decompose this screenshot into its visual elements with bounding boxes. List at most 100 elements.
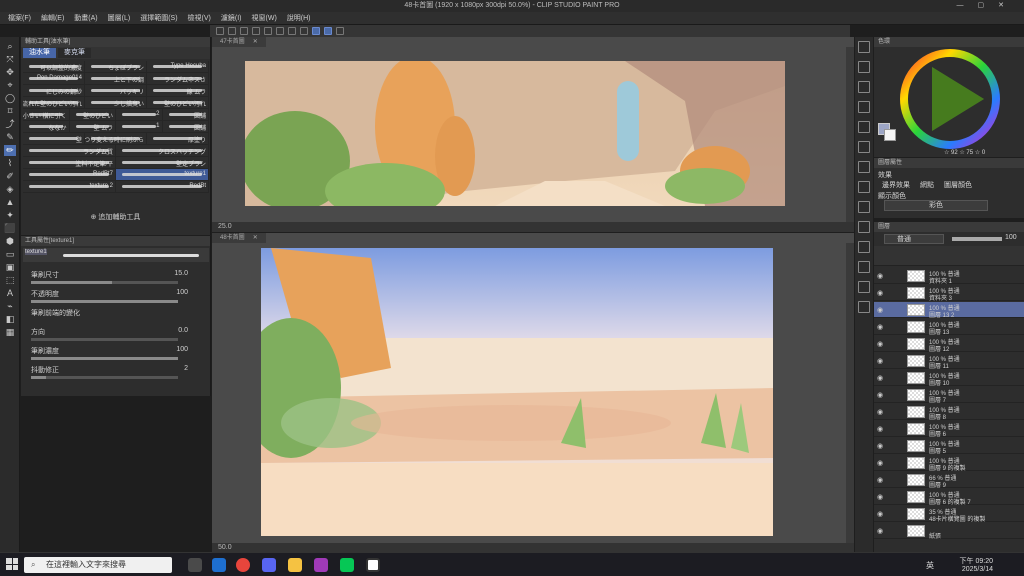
color-wheel[interactable]: [900, 49, 1000, 149]
brush-item[interactable]: 線 ムラ: [147, 85, 209, 96]
brush-item[interactable]: 厚塗り: [147, 133, 209, 144]
taskbar-search[interactable]: ⌕ 在這裡輸入文字來搜尋: [24, 557, 172, 573]
prop-slider[interactable]: [31, 300, 178, 303]
eye-icon[interactable]: ◉: [877, 408, 883, 416]
canvas-top-scrollbar[interactable]: [846, 47, 854, 222]
prop-row[interactable]: 方向 0.0: [29, 327, 202, 345]
opacity-value[interactable]: 100: [1005, 234, 1017, 241]
layer-name[interactable]: 圖層 13 2: [929, 310, 954, 319]
save-icon[interactable]: [240, 27, 248, 35]
tool-icon-11[interactable]: ◈: [4, 184, 16, 195]
tone-option[interactable]: 網點: [920, 180, 934, 190]
tool-icon-6[interactable]: ⤴: [4, 119, 16, 130]
layer-row[interactable]: ◉ 100 % 普通 圖層 8: [874, 404, 1024, 421]
layer-row[interactable]: ◉ 100 % 普通 圖層 12: [874, 336, 1024, 353]
layer-name[interactable]: 圖層 11: [929, 361, 949, 370]
panel-toggle-icon[interactable]: [858, 101, 870, 113]
menu-item-1[interactable]: 編輯(E): [41, 13, 64, 23]
chrome-icon[interactable]: [236, 558, 250, 572]
tool-icon-5[interactable]: ⌑: [4, 106, 16, 117]
open-icon[interactable]: [228, 27, 236, 35]
brush-item[interactable]: にじみの鋼紗: [23, 85, 85, 96]
prop-row[interactable]: 不透明度 100: [29, 289, 202, 307]
eye-icon[interactable]: ◉: [877, 442, 883, 450]
layer-row[interactable]: ◉ 100 % 普通 圖層 13: [874, 319, 1024, 336]
settings-icon[interactable]: [336, 27, 344, 35]
prop-value[interactable]: 100: [176, 289, 188, 296]
prop-row[interactable]: 抖動修正 2: [29, 365, 202, 383]
tool-icon-9[interactable]: ⌇: [4, 158, 16, 169]
tool-icon-2[interactable]: ✥: [4, 67, 16, 78]
tool-icon-21[interactable]: ◧: [4, 314, 16, 325]
layer-row[interactable]: ◉ 100 % 普通 圖層 11: [874, 353, 1024, 370]
menu-item-7[interactable]: 視窗(W): [252, 13, 277, 23]
canvas-window-bottom[interactable]: 48卡首圖 ✕ 50.0: [212, 233, 854, 553]
eye-icon[interactable]: ◉: [877, 289, 883, 297]
tool-icon-12[interactable]: ▲: [4, 197, 16, 208]
brush-item[interactable]: ランダム質: [23, 145, 116, 156]
zoom-readout-bottom[interactable]: 50.0: [218, 544, 232, 551]
brush-item[interactable]: ムラ色がつり変える時に刷ぶら: [85, 133, 147, 144]
eye-icon[interactable]: ◉: [877, 527, 883, 535]
redo-icon[interactable]: [264, 27, 272, 35]
panel-toggle-icon[interactable]: [858, 281, 870, 293]
window-controls[interactable]: —▢✕: [957, 0, 1018, 12]
layer-row[interactable]: ◉ 35 % 普通 48卡片橫覽圖 的複製: [874, 506, 1024, 523]
line-icon[interactable]: [340, 558, 354, 572]
display-color-select[interactable]: 彩色: [884, 200, 988, 211]
layer-name[interactable]: 資料夾 1: [929, 276, 952, 285]
brush-item[interactable]: texture1: [116, 169, 209, 180]
brush-item[interactable]: 上と下の鋼: [85, 73, 147, 84]
brush-item[interactable]: クロスハッチング: [116, 145, 209, 156]
blend-mode-select[interactable]: 普通: [884, 234, 944, 244]
canvas-bottom-scrollbar[interactable]: [846, 243, 854, 543]
layer-row[interactable]: ◉ 100 % 普通 資料夾 3: [874, 285, 1024, 302]
tool-icon-22[interactable]: ▦: [4, 327, 16, 338]
prop-slider[interactable]: [31, 281, 178, 284]
clear-icon[interactable]: [276, 27, 284, 35]
eye-icon[interactable]: ◉: [877, 357, 883, 365]
prop-row[interactable]: 筆刷前端的變化: [29, 308, 202, 326]
brush-item[interactable]: ちょぼブラシ: [85, 61, 147, 72]
eye-icon[interactable]: ◉: [877, 510, 883, 518]
eye-icon[interactable]: ◉: [877, 476, 883, 484]
brush-item[interactable]: Pen Damage014: [23, 73, 85, 84]
layer-color-option[interactable]: 圖層顏色: [944, 180, 972, 190]
zoom-readout-top[interactable]: 25.0: [218, 223, 232, 230]
tool-icon-3[interactable]: ⌖: [4, 80, 16, 91]
tool-icon-10[interactable]: ✐: [4, 171, 16, 182]
panel-toggle-icon[interactable]: [858, 121, 870, 133]
file-explorer-icon[interactable]: [288, 558, 302, 572]
brush-item[interactable]: ななか: [23, 121, 70, 132]
layer-name[interactable]: 圖層 10: [929, 378, 949, 387]
border-effect-option[interactable]: 邊界效果: [882, 180, 910, 190]
layer-row[interactable]: ◉ 100 % 普通 資料夾 1: [874, 268, 1024, 285]
brush-item[interactable]: ランダムネスさ: [147, 73, 209, 84]
menu-item-0[interactable]: 檔案(F): [8, 13, 31, 23]
brush-item[interactable]: 2: [116, 109, 163, 120]
layer-name[interactable]: 圖層 8: [929, 412, 946, 421]
opacity-slider[interactable]: [952, 237, 1002, 241]
layer-name[interactable]: 圖層 6 的複製 7: [929, 497, 971, 506]
brush-item[interactable]: texture 2: [23, 181, 116, 192]
panel-toggle-icon[interactable]: [858, 41, 870, 53]
tool-icon-20[interactable]: ⌁: [4, 301, 16, 312]
canvas-tab-bottom[interactable]: 48卡首圖 ✕: [212, 233, 266, 243]
brush-item[interactable]: 壁 ムラ: [70, 121, 116, 132]
eye-icon[interactable]: ◉: [877, 493, 883, 501]
clip-studio-icon[interactable]: [366, 558, 380, 572]
brush-item[interactable]: 壁のひどい: [70, 109, 116, 120]
prop-value[interactable]: 100: [176, 346, 188, 353]
layer-row[interactable]: ◉ 66 % 普通 圖層 9: [874, 472, 1024, 489]
tool-icon-7[interactable]: ✎: [4, 132, 16, 143]
layer-name[interactable]: 紙張: [929, 531, 941, 540]
layer-name[interactable]: 圖層 9 的複製: [929, 463, 966, 472]
layer-row[interactable]: ◉ 100 % 普通 圖層 13 2: [874, 302, 1024, 319]
prop-slider[interactable]: [31, 338, 178, 341]
menu-item-5[interactable]: 檢視(V): [188, 13, 211, 23]
menu-item-8[interactable]: 說明(H): [287, 13, 311, 23]
brush-item[interactable]: バッキリ: [85, 85, 147, 96]
layer-name[interactable]: 圖層 5: [929, 446, 946, 455]
layer-row[interactable]: ◉ 100 % 普通 圖層 6 的複製 7: [874, 489, 1024, 506]
tool-icon-15[interactable]: ⬢: [4, 236, 16, 247]
